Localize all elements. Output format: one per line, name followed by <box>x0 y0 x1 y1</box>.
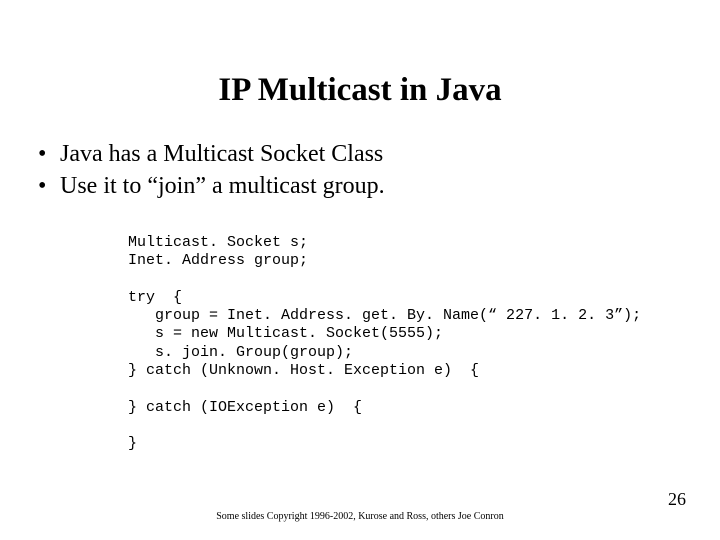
page-number: 26 <box>668 489 686 510</box>
bullet-item: • Java has a Multicast Socket Class <box>38 138 678 170</box>
bullet-dot: • <box>38 138 60 170</box>
footer-copyright: Some slides Copyright 1996-2002, Kurose … <box>0 511 720 522</box>
bullet-dot: • <box>38 170 60 202</box>
slide-title: IP Multicast in Java <box>0 72 720 109</box>
bullet-text: Java has a Multicast Socket Class <box>60 138 383 170</box>
bullet-item: • Use it to “join” a multicast group. <box>38 170 678 202</box>
code-block: Multicast. Socket s; Inet. Address group… <box>128 234 688 454</box>
bullet-text: Use it to “join” a multicast group. <box>60 170 385 202</box>
slide: IP Multicast in Java • Java has a Multic… <box>0 0 720 540</box>
bullet-list: • Java has a Multicast Socket Class • Us… <box>38 138 678 203</box>
